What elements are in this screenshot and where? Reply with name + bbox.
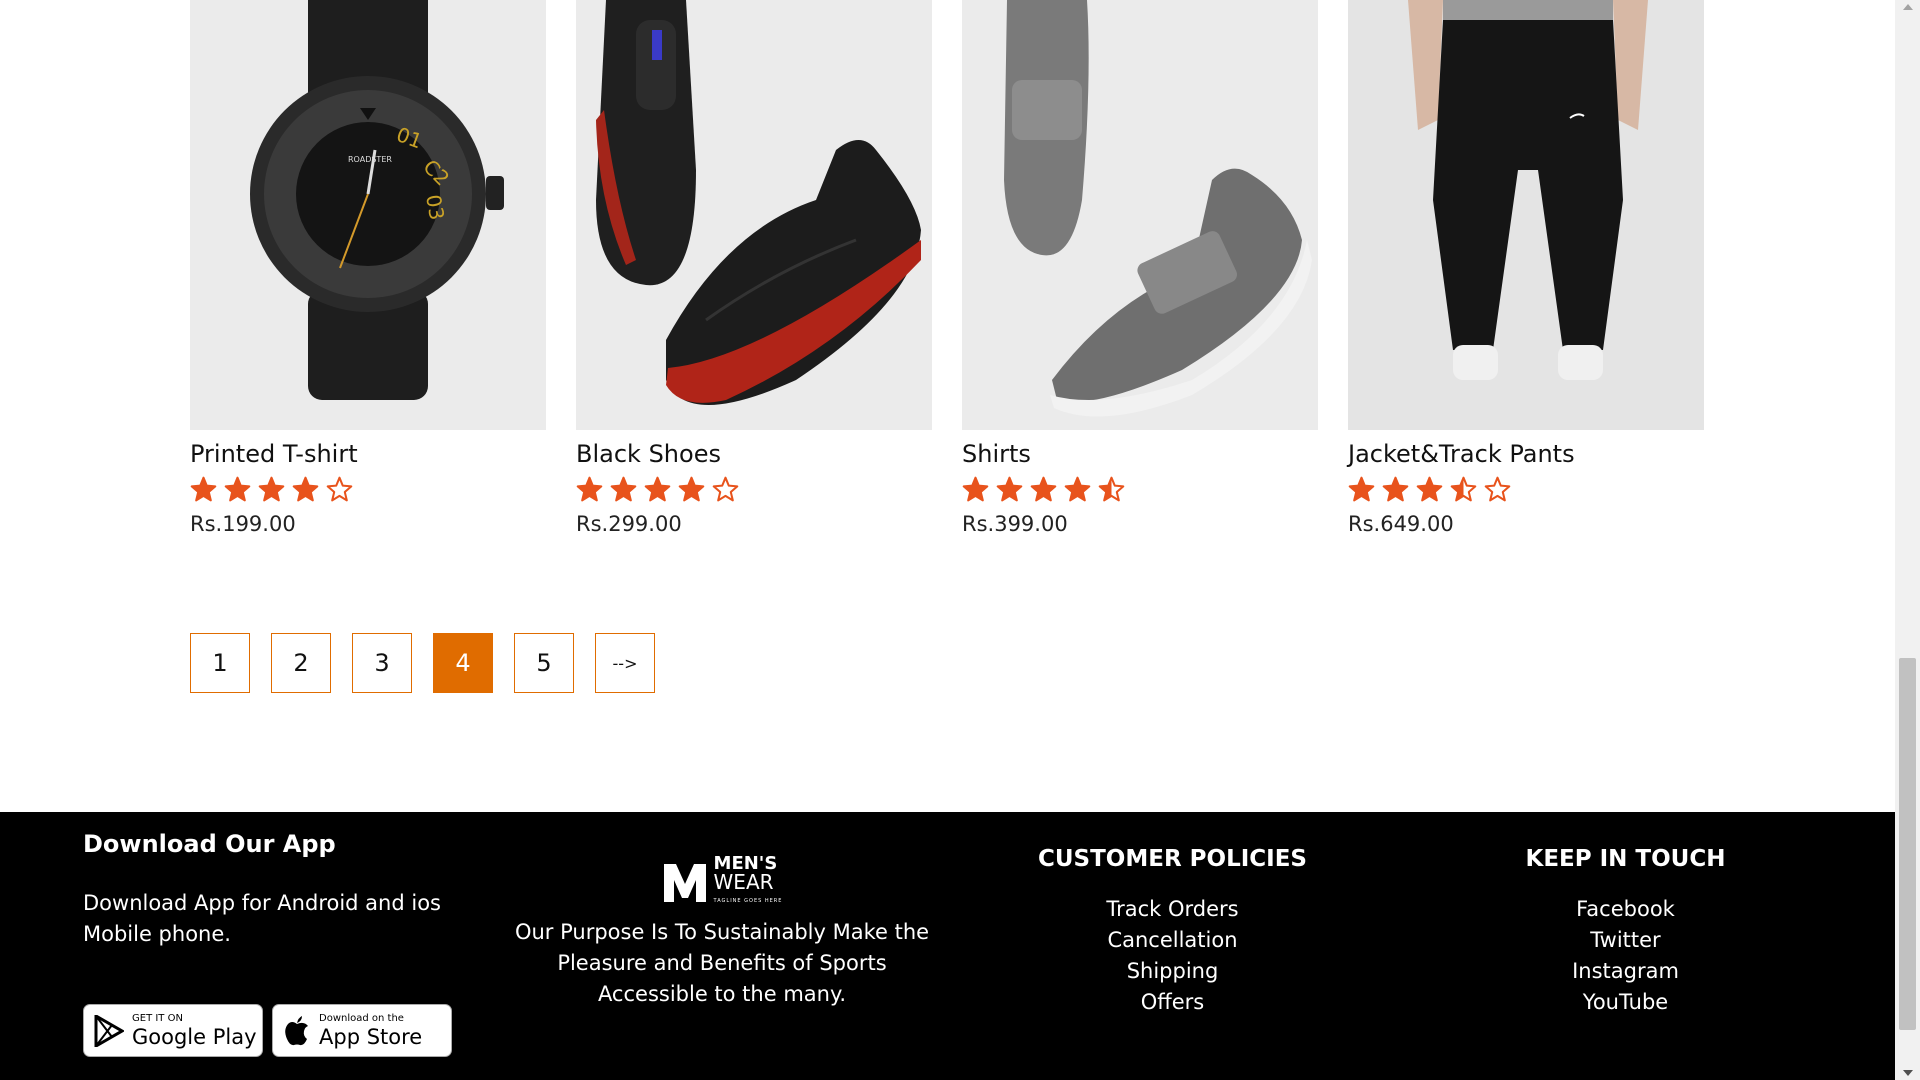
product-rating xyxy=(1348,476,1511,503)
svg-text:03: 03 xyxy=(421,193,449,222)
next-page-button[interactable]: --> xyxy=(595,633,655,693)
star-full-icon xyxy=(644,476,671,502)
star-empty-icon xyxy=(1484,476,1511,502)
slip-on-shoes-image-icon xyxy=(1004,0,1312,417)
download-app-title: Download Our App xyxy=(83,830,336,858)
star-full-icon xyxy=(1348,476,1375,502)
product-rating xyxy=(576,476,739,503)
product-name[interactable]: Printed T-shirt xyxy=(190,440,358,468)
product-price: Rs.199.00 xyxy=(190,512,296,536)
star-full-icon xyxy=(678,476,705,502)
product-card[interactable]: 01 C2 03 ROADSTER Printed T-shirt Rs.199… xyxy=(190,0,546,536)
link-twitter[interactable]: Twitter xyxy=(1458,925,1793,956)
link-instagram[interactable]: Instagram xyxy=(1458,956,1793,987)
shoes-image-icon xyxy=(596,0,921,405)
google-play-button[interactable]: GET IT ON Google Play xyxy=(83,1004,263,1057)
google-play-icon xyxy=(94,1014,124,1047)
page-button-2[interactable]: 2 xyxy=(271,633,331,693)
site-footer: Download Our App Download App for Androi… xyxy=(0,812,1895,1080)
svg-text:ROADSTER: ROADSTER xyxy=(348,155,392,164)
product-rating xyxy=(962,476,1125,503)
app-store-small-text: Download on the xyxy=(319,1012,404,1024)
product-price: Rs.649.00 xyxy=(1348,512,1454,536)
star-full-icon xyxy=(962,476,989,502)
link-youtube[interactable]: YouTube xyxy=(1458,987,1793,1018)
product-rating xyxy=(190,476,353,503)
star-half-icon xyxy=(1098,476,1125,502)
product-price: Rs.399.00 xyxy=(962,512,1068,536)
product-image[interactable] xyxy=(1348,0,1704,430)
keep-in-touch-title: KEEP IN TOUCH xyxy=(1525,846,1726,872)
mens-wear-logo[interactable]: MEN'S WEAR TAGLINE GOES HERE xyxy=(662,854,783,911)
link-track-orders[interactable]: Track Orders xyxy=(1005,894,1340,925)
product-image[interactable] xyxy=(576,0,932,430)
product-name[interactable]: Shirts xyxy=(962,440,1031,468)
page-button-5[interactable]: 5 xyxy=(514,633,574,693)
product-price: Rs.299.00 xyxy=(576,512,682,536)
track-pants-image-icon xyxy=(1408,0,1648,380)
logo-tagline: TAGLINE GOES HERE xyxy=(713,898,783,904)
download-app-text: Download App for Android and ios Mobile … xyxy=(83,891,441,946)
link-facebook[interactable]: Facebook xyxy=(1458,894,1793,925)
star-full-icon xyxy=(1064,476,1091,502)
mens-wear-logo-icon xyxy=(663,863,706,902)
logo-line-2: WEAR xyxy=(713,870,774,894)
star-full-icon xyxy=(996,476,1023,502)
pagination: 1 2 3 4 5 --> xyxy=(190,633,655,693)
google-play-big-text: Google Play xyxy=(132,1024,257,1049)
page-button-3[interactable]: 3 xyxy=(352,633,412,693)
apple-icon xyxy=(285,1015,308,1045)
store-badges: GET IT ON Google Play Download on the Ap… xyxy=(83,1004,452,1057)
product-card[interactable]: Jacket&Track Pants Rs.649.00 xyxy=(1348,0,1704,536)
product-image[interactable] xyxy=(962,0,1318,430)
star-empty-icon xyxy=(326,476,353,502)
app-store-button[interactable]: Download on the App Store xyxy=(272,1004,452,1057)
page-scrollbar[interactable] xyxy=(1895,0,1920,1080)
product-image[interactable]: 01 C2 03 ROADSTER xyxy=(190,0,546,430)
link-offers[interactable]: Offers xyxy=(1005,987,1340,1018)
scroll-up-arrow-icon[interactable] xyxy=(1903,4,1913,10)
star-empty-icon xyxy=(712,476,739,502)
star-half-icon xyxy=(1450,476,1477,502)
brand-section: MEN'S WEAR TAGLINE GOES HERE Our Purpose… xyxy=(505,854,939,1010)
app-store-big-text: App Store xyxy=(319,1024,423,1049)
page-button-4-current[interactable]: 4 xyxy=(433,633,493,693)
brand-purpose-text: Our Purpose Is To Sustainably Make the P… xyxy=(514,920,930,1006)
product-name[interactable]: Jacket&Track Pants xyxy=(1348,440,1575,468)
product-card[interactable]: Shirts Rs.399.00 xyxy=(962,0,1318,536)
customer-policies-title: CUSTOMER POLICIES xyxy=(1037,846,1307,872)
star-full-icon xyxy=(190,476,217,502)
customer-policies-section: CUSTOMER POLICIES Track Orders Cancellat… xyxy=(1005,846,1340,1018)
star-full-icon xyxy=(1416,476,1443,502)
scroll-down-arrow-icon[interactable] xyxy=(1903,1070,1913,1076)
star-full-icon xyxy=(610,476,637,502)
star-full-icon xyxy=(1030,476,1057,502)
link-shipping[interactable]: Shipping xyxy=(1005,956,1340,987)
link-cancellation[interactable]: Cancellation xyxy=(1005,925,1340,956)
product-card[interactable]: Black Shoes Rs.299.00 xyxy=(576,0,932,536)
page-button-1[interactable]: 1 xyxy=(190,633,250,693)
star-full-icon xyxy=(224,476,251,502)
scrollbar-thumb[interactable] xyxy=(1899,658,1916,1030)
google-play-small-text: GET IT ON xyxy=(132,1012,183,1024)
star-full-icon xyxy=(576,476,603,502)
product-name[interactable]: Black Shoes xyxy=(576,440,721,468)
star-full-icon xyxy=(1382,476,1409,502)
star-full-icon xyxy=(292,476,319,502)
keep-in-touch-section: KEEP IN TOUCH Facebook Twitter Instagram… xyxy=(1458,846,1793,1018)
watch-image-icon: 01 C2 03 ROADSTER xyxy=(250,0,504,400)
download-app-section: Download Our App Download App for Androi… xyxy=(83,830,483,1057)
star-full-icon xyxy=(258,476,285,502)
